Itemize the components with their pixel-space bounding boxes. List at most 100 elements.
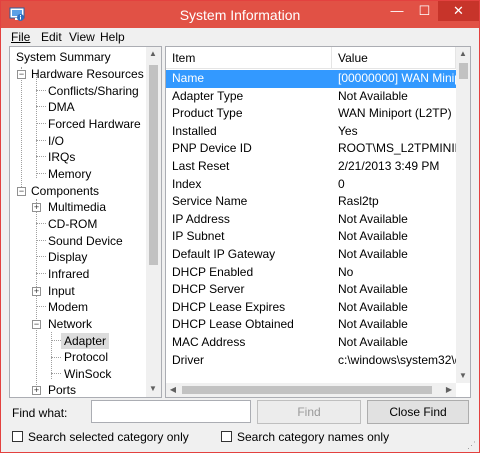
tree-item-winsock[interactable]: WinSock [64, 366, 111, 382]
cell-item: Driver [172, 352, 204, 367]
tree-item-multimedia[interactable]: Multimedia [48, 199, 106, 215]
checkbox-box[interactable] [221, 431, 232, 442]
minimize-button[interactable]: — [383, 1, 411, 21]
search-category-names-checkbox[interactable]: Search category names only [221, 429, 421, 445]
cell-value: 0 [338, 176, 345, 191]
tree-connector [51, 340, 61, 341]
cell-item: IP Address [172, 211, 230, 226]
table-vertical-scrollbar[interactable]: ▲ ▼ [456, 47, 470, 383]
table-row[interactable]: Index 0 [166, 176, 456, 194]
table-row[interactable]: Default IP Gateway Not Available [166, 246, 456, 264]
menu-file[interactable]: File [11, 30, 30, 44]
expand-multimedia-icon[interactable]: + [32, 203, 41, 212]
tree-item-protocol[interactable]: Protocol [64, 349, 108, 365]
tree-item-hardware-resources[interactable]: Hardware Resources [31, 66, 144, 82]
tree-connector [36, 199, 37, 395]
column-header-item[interactable]: Item [166, 47, 332, 69]
search-selected-category-checkbox[interactable]: Search selected category only [12, 429, 212, 445]
maximize-button[interactable]: ☐ [411, 1, 438, 21]
tree-item-irqs[interactable]: IRQs [48, 149, 75, 165]
table-row[interactable]: DHCP Enabled No [166, 264, 456, 282]
cell-value: Yes [338, 123, 358, 138]
close-find-button[interactable]: Close Find [367, 400, 469, 424]
tree-item-io[interactable]: I/O [48, 133, 64, 149]
table-scroll-right-icon[interactable]: ▶ [442, 383, 456, 397]
tree-item-system-summary[interactable]: System Summary [16, 49, 111, 65]
table-row[interactable]: IP Subnet Not Available [166, 228, 456, 246]
cell-value: 2/21/2013 3:49 PM [338, 159, 440, 173]
table-row[interactable]: DHCP Server Not Available [166, 281, 456, 299]
collapse-network-icon[interactable]: − [32, 320, 41, 329]
close-button[interactable]: ✕ [438, 1, 479, 21]
cell-value: [00000000] WAN Minipo [338, 71, 456, 85]
tree-connector [36, 140, 46, 141]
expand-ports-icon[interactable]: + [32, 386, 41, 395]
details-table[interactable]: Item Value Name [00000000] WAN Minipo Adap… [165, 46, 471, 398]
cell-value: Not Available [338, 282, 408, 297]
table-scroll-down-icon[interactable]: ▼ [456, 369, 470, 383]
tree-item-adapter[interactable]: Adapter [61, 333, 110, 349]
tree-item-network[interactable]: Network [48, 316, 92, 332]
table-scroll-thumb[interactable] [459, 63, 468, 79]
cell-value: Not Available [338, 317, 408, 332]
menu-edit[interactable]: Edit [41, 30, 62, 44]
tree-item-sound-device[interactable]: Sound Device [48, 233, 123, 249]
table-row[interactable]: IP Address Not Available [166, 211, 456, 229]
table-row[interactable]: Adapter Type Not Available [166, 88, 456, 106]
cell-item: Service Name [172, 194, 248, 209]
cell-value: Not Available [338, 211, 408, 226]
tree-item-conflicts-sharing[interactable]: Conflicts/Sharing [48, 83, 139, 99]
tree-connector [36, 90, 46, 91]
tree-item-forced-hardware[interactable]: Forced Hardware [48, 116, 141, 132]
cell-item: DHCP Lease Expires [172, 299, 286, 314]
category-tree[interactable]: System Summary − Hardware Resources Conf… [9, 46, 162, 398]
table-scroll-up-icon[interactable]: ▲ [456, 47, 470, 61]
table-row[interactable]: Installed Yes [166, 123, 456, 141]
table-scroll-left-icon[interactable]: ◀ [166, 383, 180, 397]
table-row[interactable]: PNP Device ID ROOT\MS_L2TPMINIPOR [166, 140, 456, 158]
search-selected-category-label: Search selected category only [28, 430, 189, 444]
table-row[interactable]: Name [00000000] WAN Minipo [166, 70, 456, 88]
checkbox-box[interactable] [12, 431, 23, 442]
column-header-value[interactable]: Value [332, 47, 456, 69]
tree-item-input[interactable]: Input [48, 283, 75, 299]
tree-item-dma[interactable]: DMA [48, 99, 75, 115]
expand-input-icon[interactable]: + [32, 287, 41, 296]
tree-item-memory[interactable]: Memory [48, 166, 91, 182]
tree-scroll-thumb[interactable] [149, 65, 158, 265]
table-hscroll-thumb[interactable] [182, 386, 432, 394]
resize-grip-icon[interactable]: ⋰ [467, 440, 477, 450]
table-row[interactable]: Last Reset 2/21/2013 3:49 PM [166, 158, 456, 176]
find-what-input[interactable] [91, 400, 251, 423]
cell-item: Index [172, 176, 202, 191]
table-row[interactable]: Service Name Rasl2tp [166, 193, 456, 211]
collapse-hardware-resources-icon[interactable]: − [17, 70, 26, 79]
tree-item-components[interactable]: Components [31, 183, 99, 199]
table-row[interactable]: Driver c:\windows\system32\dri [166, 352, 456, 370]
tree-item-ports[interactable]: Ports [48, 382, 76, 397]
find-button[interactable]: Find [257, 400, 361, 424]
tree-scroll-down-icon[interactable]: ▼ [146, 382, 160, 396]
tree-vertical-scrollbar[interactable]: ▲ ▼ [146, 47, 161, 397]
cell-value: Not Available [338, 229, 408, 244]
tree-item-display[interactable]: Display [48, 249, 87, 265]
table-row[interactable]: DHCP Lease Expires Not Available [166, 299, 456, 317]
cell-item: Last Reset [172, 159, 230, 173]
tree-scroll-up-icon[interactable]: ▲ [146, 47, 160, 61]
tree-connector [36, 256, 46, 257]
cell-item: MAC Address [172, 335, 246, 349]
cell-value: ROOT\MS_L2TPMINIPOR [338, 141, 456, 156]
table-row[interactable]: DHCP Lease Obtained Not Available [166, 316, 456, 334]
cell-item: Adapter Type [172, 88, 244, 103]
table-row[interactable]: MAC Address Not Available [166, 334, 456, 352]
tree-item-modem[interactable]: Modem [48, 299, 88, 315]
title-bar[interactable]: System Information — ☐ ✕ [1, 1, 479, 28]
tree-item-cdrom[interactable]: CD-ROM [48, 216, 97, 232]
tree-item-infrared[interactable]: Infrared [48, 266, 89, 282]
tree-connector [36, 240, 46, 241]
collapse-components-icon[interactable]: − [17, 187, 26, 196]
menu-view[interactable]: View [69, 30, 95, 44]
table-row[interactable]: Product Type WAN Miniport (L2TP) [166, 105, 456, 123]
menu-help[interactable]: Help [100, 30, 125, 44]
table-horizontal-scrollbar[interactable]: ◀ ▶ [166, 383, 456, 397]
